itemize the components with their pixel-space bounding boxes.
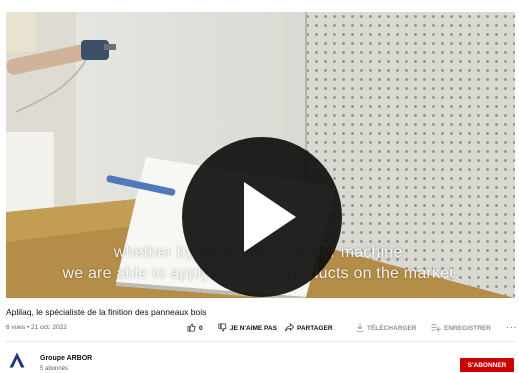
- video-meta: 6 vues • 21 oct. 2022: [6, 324, 67, 331]
- share-label: PARTAGER: [297, 324, 333, 332]
- save-label: ENREGISTRER: [444, 324, 491, 332]
- subscribe-button[interactable]: S'ABONNER: [460, 358, 514, 372]
- video-title: Aplilaq, le spécialiste de la finition d…: [6, 307, 207, 317]
- channel-name[interactable]: Groupe ARBOR: [40, 355, 92, 362]
- like-count: 0: [199, 324, 203, 332]
- like-button[interactable]: 0: [187, 322, 203, 334]
- dislike-label: JE N'AIME PAS: [230, 324, 277, 332]
- download-icon: [356, 322, 364, 334]
- download-button[interactable]: TÉLÉCHARGER: [356, 322, 416, 334]
- save-button[interactable]: ENREGISTRER: [431, 322, 491, 334]
- dislike-button[interactable]: JE N'AIME PAS: [218, 322, 277, 334]
- share-arrow-icon: [285, 322, 295, 334]
- video-player[interactable]: whether by spraying, , cylinder machine,…: [6, 12, 515, 298]
- share-button[interactable]: PARTAGER: [285, 322, 333, 334]
- channel-avatar[interactable]: [9, 352, 25, 368]
- download-label: TÉLÉCHARGER: [367, 324, 417, 332]
- thumb-up-icon: [187, 322, 196, 334]
- divider: [6, 341, 515, 342]
- subscriber-count: 5 abonnés: [40, 366, 69, 372]
- play-button[interactable]: [182, 137, 342, 297]
- playlist-add-icon: [431, 323, 441, 334]
- thumb-down-icon: [218, 322, 227, 334]
- arbor-logo-icon: [9, 352, 25, 368]
- more-options-button[interactable]: ...: [506, 320, 517, 331]
- play-icon: [244, 182, 296, 252]
